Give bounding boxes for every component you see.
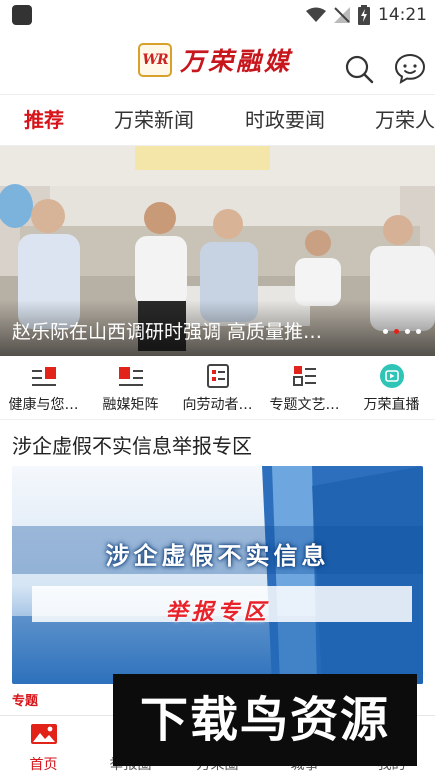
home-picture-icon	[30, 724, 57, 744]
search-icon[interactable]	[344, 54, 374, 84]
quick-entry-matrix[interactable]: 融媒矩阵	[87, 358, 174, 420]
status-bar: 14:21	[0, 0, 435, 30]
logo-title: 万荣融媒	[180, 47, 293, 76]
banner-pagination	[383, 329, 421, 334]
category-tabs: 推荐 万荣新闻 时政要闻 万荣人	[0, 94, 435, 146]
feature-headline: 涉企虚假不实信息	[105, 542, 330, 570]
quick-entry-live[interactable]: 万荣直播	[348, 358, 435, 420]
nav-home[interactable]: 首页	[0, 716, 87, 775]
topic-tag: 专题	[12, 694, 39, 709]
quick-entry-workers[interactable]: 向劳动者…	[174, 358, 261, 420]
notification-app-icon	[12, 5, 32, 25]
section-title[interactable]: 涉企虚假不实信息举报专区	[12, 430, 252, 459]
app-logo: WR 万荣融媒	[138, 42, 292, 78]
quick-entry-health[interactable]: 健康与您…	[0, 358, 87, 420]
feature-card-image[interactable]: 涉企虚假不实信息 举报专区	[12, 466, 423, 684]
grid-list-icon	[292, 366, 316, 386]
quick-entry-label: 专题文艺…	[269, 397, 340, 413]
nav-label: 首页	[29, 757, 58, 773]
wifi-icon	[306, 7, 326, 22]
quick-entry-label: 融媒矩阵	[102, 397, 159, 413]
chat-bubble-icon[interactable]	[394, 52, 426, 84]
tab-wanrong-news[interactable]: 万荣新闻	[114, 95, 194, 145]
quick-entry-bar: 健康与您… 融媒矩阵 向劳动者… 专题文艺… 万荣直播	[0, 358, 435, 420]
quick-entry-label: 向劳动者…	[182, 397, 253, 413]
quick-entry-topics[interactable]: 专题文艺…	[261, 358, 348, 420]
tab-wanrong-people[interactable]: 万荣人	[375, 95, 435, 145]
no-signal-icon	[334, 7, 350, 23]
banner-dot[interactable]	[416, 329, 421, 334]
banner-dot[interactable]	[383, 329, 388, 334]
list-red-icon	[118, 367, 143, 386]
quick-entry-label: 万荣直播	[363, 397, 420, 413]
app-header: WR 万荣融媒	[0, 30, 435, 94]
feature-subheadline: 举报专区	[165, 600, 270, 625]
document-icon	[206, 364, 229, 388]
quick-entry-label: 健康与您…	[8, 397, 79, 413]
clock: 14:21	[378, 5, 427, 25]
status-icons: 14:21	[306, 4, 427, 26]
logo-mark: WR	[138, 43, 172, 77]
banner-caption: 赵乐际在山西调研时强调 高质量推…	[12, 321, 323, 343]
list-red-icon	[31, 367, 56, 386]
banner-dot[interactable]	[405, 329, 410, 334]
banner-dot-active[interactable]	[394, 329, 399, 334]
feature-background	[12, 466, 423, 684]
tab-recommend[interactable]: 推荐	[24, 95, 64, 145]
battery-charging-icon	[358, 5, 370, 25]
watermark-overlay: 下载鸟资源	[113, 674, 417, 766]
tab-politics[interactable]: 时政要闻	[245, 95, 325, 145]
live-play-icon	[379, 364, 404, 388]
banner-carousel[interactable]: 赵乐际在山西调研时强调 高质量推…	[0, 146, 435, 356]
